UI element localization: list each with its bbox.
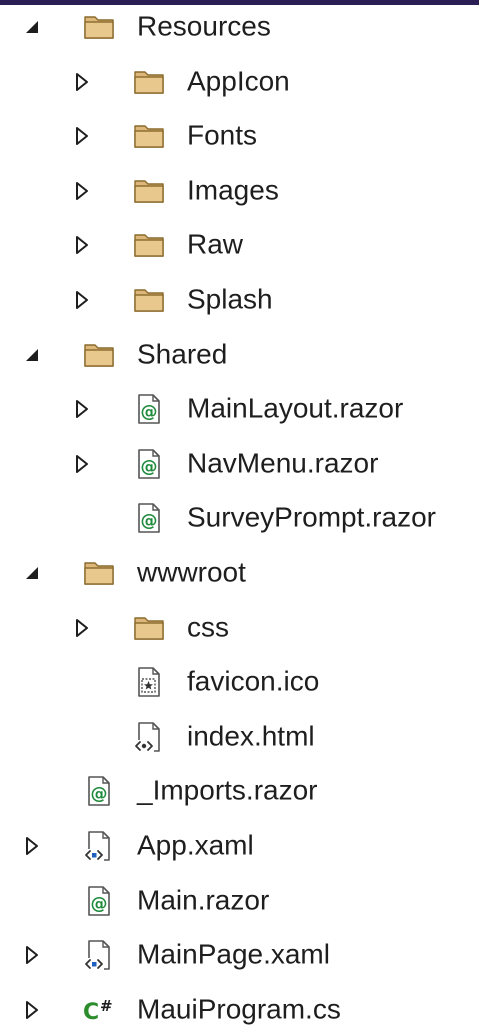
tree-item-label: SurveyPrompt.razor (187, 501, 436, 533)
tree-item-label: favicon.ico (187, 665, 320, 697)
tree-item-mainlayout-razor[interactable]: @ MainLayout.razor (0, 382, 479, 436)
tree-item-images[interactable]: Images (0, 164, 479, 218)
tree-item-wwwroot[interactable]: wwwroot (0, 546, 479, 600)
expanded-arrow-icon[interactable] (22, 16, 42, 38)
collapsed-arrow-icon[interactable] (72, 289, 92, 311)
tree-item-label: MainPage.xaml (137, 938, 330, 970)
expanded-arrow-icon[interactable] (22, 344, 42, 366)
collapsed-arrow-icon[interactable] (22, 944, 42, 966)
razor-file-icon: @ (132, 393, 166, 425)
folder-icon (82, 339, 116, 371)
tree-item-label: Shared (137, 337, 228, 369)
tree-item-mauiprogram-cs[interactable]: C # MauiProgram.cs (0, 983, 479, 1027)
collapsed-arrow-icon[interactable] (72, 125, 92, 147)
tree-item-fonts[interactable]: Fonts (0, 109, 479, 163)
collapsed-arrow-icon[interactable] (72, 398, 92, 420)
collapsed-arrow-icon[interactable] (72, 617, 92, 639)
folder-icon (132, 66, 166, 98)
csharp-file-icon: C # (82, 994, 116, 1026)
expanded-arrow-icon[interactable] (22, 562, 42, 584)
folder-icon (132, 175, 166, 207)
ico-file-icon (132, 666, 166, 698)
razor-file-icon: @ (132, 448, 166, 480)
tree-item-css[interactable]: css (0, 601, 479, 655)
tree-item-app-xaml[interactable]: App.xaml (0, 819, 479, 873)
tree-item-label: NavMenu.razor (187, 447, 379, 479)
collapsed-arrow-icon[interactable] (72, 180, 92, 202)
collapsed-arrow-icon[interactable] (72, 71, 92, 93)
tree-item-label: Splash (187, 283, 273, 315)
tree-item-label: MainLayout.razor (187, 392, 404, 424)
tree-item-label: Images (187, 174, 279, 206)
collapsed-arrow-icon[interactable] (72, 234, 92, 256)
xaml-file-icon (82, 830, 116, 862)
tree-item-label: index.html (187, 720, 315, 752)
xaml-file-icon (82, 939, 116, 971)
tree-item-label: css (187, 610, 229, 642)
tree-item-label: AppIcon (187, 64, 290, 96)
svg-text:@: @ (91, 894, 108, 914)
tree-item-label: Resources (137, 10, 271, 42)
razor-file-icon: @ (82, 775, 116, 807)
svg-text:@: @ (91, 784, 108, 804)
tree-item-label: Fonts (187, 119, 258, 151)
tree-item-navmenu-razor[interactable]: @ NavMenu.razor (0, 437, 479, 491)
tree-item-surveyprompt-razor[interactable]: @ SurveyPrompt.razor (0, 491, 479, 545)
collapsed-arrow-icon[interactable] (72, 453, 92, 475)
html-file-icon (132, 721, 166, 753)
tree-item-label: App.xaml (137, 829, 254, 861)
tree-item-label: MauiProgram.cs (137, 993, 341, 1025)
svg-text:#: # (100, 997, 113, 1015)
tree-item-label: _Imports.razor (137, 774, 318, 806)
folder-icon (132, 284, 166, 316)
tree-item-shared[interactable]: Shared (0, 328, 479, 382)
tree-item-splash[interactable]: Splash (0, 273, 479, 327)
razor-file-icon: @ (132, 502, 166, 534)
tree-item-label: wwwroot (137, 556, 246, 588)
collapsed-arrow-icon[interactable] (22, 835, 42, 857)
folder-icon (82, 11, 116, 43)
tree-item-appicon[interactable]: AppIcon (0, 55, 479, 109)
razor-file-icon: @ (82, 885, 116, 917)
svg-text:C: C (83, 1000, 99, 1025)
folder-icon (132, 229, 166, 261)
folder-icon (132, 120, 166, 152)
tree-item-index-html[interactable]: index.html (0, 710, 479, 764)
folder-icon (82, 557, 116, 589)
tree-item-imports-razor[interactable]: @ _Imports.razor (0, 764, 479, 818)
tree-item-main-razor[interactable]: @ Main.razor (0, 874, 479, 928)
svg-text:@: @ (141, 402, 158, 422)
tree-item-favicon-ico[interactable]: favicon.ico (0, 655, 479, 709)
tree-item-label: Main.razor (137, 883, 270, 915)
collapsed-arrow-icon[interactable] (22, 999, 42, 1021)
svg-text:@: @ (141, 511, 158, 531)
svg-text:@: @ (141, 457, 158, 477)
tree-item-label: Raw (187, 228, 244, 260)
tree-item-resources[interactable]: Resources (0, 0, 479, 54)
tree-item-raw[interactable]: Raw (0, 218, 479, 272)
tree-item-mainpage-xaml[interactable]: MainPage.xaml (0, 928, 479, 982)
folder-icon (132, 612, 166, 644)
